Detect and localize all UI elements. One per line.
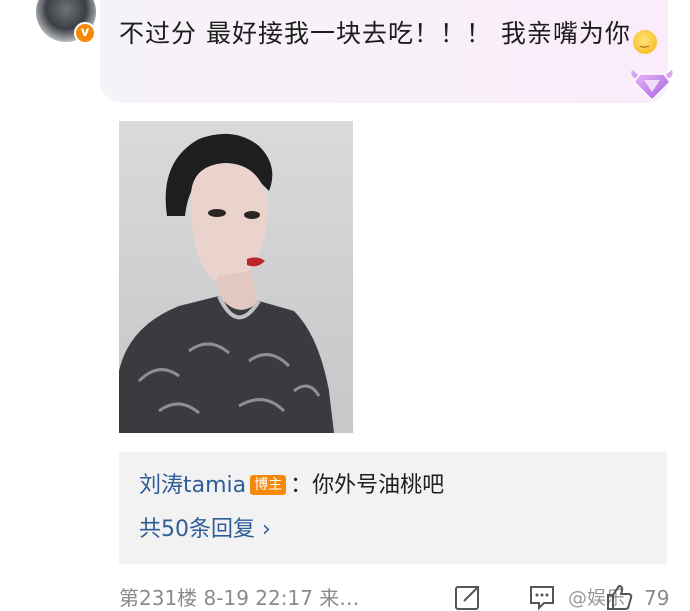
comment-icon[interactable]: [527, 582, 557, 611]
smiling-face-emoji-icon: ‿: [632, 30, 657, 54]
gem-badge-icon: [631, 70, 673, 102]
reply-separator: ：: [290, 473, 313, 498]
like-count: 79: [644, 586, 670, 610]
comment-meta: 第231楼 8-19 22:17 来…: [119, 586, 360, 610]
reply-author-link[interactable]: 刘涛tamia: [139, 473, 246, 498]
reply-line: 刘涛tamia 博主 ：你外号油桃吧: [139, 470, 444, 502]
author-badge: 博主: [250, 475, 287, 495]
comment-text-container: 不过分 最好接我一块去吃！！！ 我亲嘴为你 ‿: [119, 14, 659, 54]
more-replies-link[interactable]: 共50条回复 ›: [139, 514, 271, 546]
like-icon[interactable]: [604, 582, 634, 611]
post-photo[interactable]: [119, 121, 353, 433]
verified-badge-icon: v: [74, 22, 96, 44]
reply-preview-box: [119, 452, 667, 564]
comment-text: 不过分 最好接我一块去吃！！！ 我亲嘴为你: [119, 19, 631, 48]
portrait-image: [119, 133, 334, 433]
reply-text: 你外号油桃吧: [312, 473, 445, 498]
share-icon[interactable]: [453, 582, 483, 611]
